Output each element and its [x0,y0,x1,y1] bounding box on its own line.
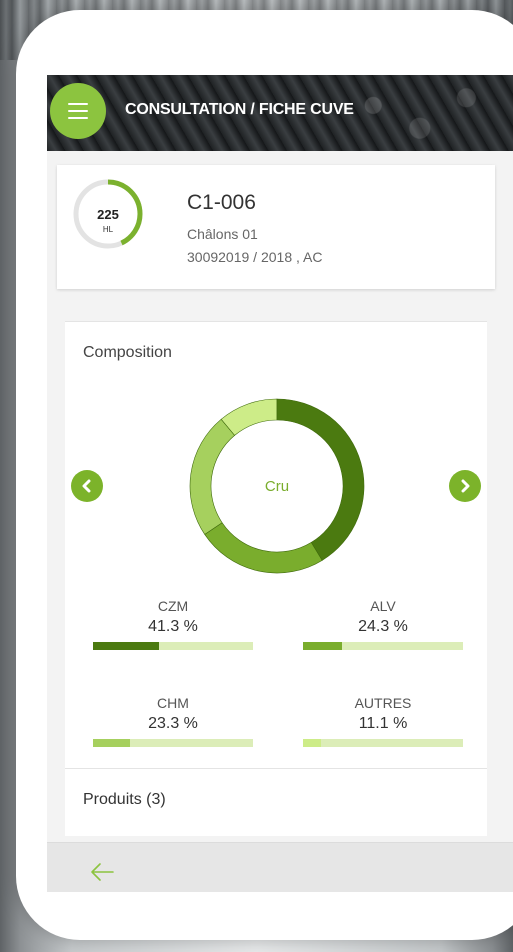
page-title: CONSULTATION / FICHE CUVE [125,101,354,118]
stat-name: CHM [157,695,189,711]
chevron-right-icon[interactable] [449,470,481,502]
stat-czm: CZM 41.3 % [93,598,253,650]
donut-center-label: Cru [265,478,289,495]
stat-autres: AUTRES 11.1 % [303,695,463,747]
stat-bar-fill [303,739,321,747]
stat-name: CZM [157,598,189,614]
tank-card[interactable]: 225 HL C1-006 Châlons 01 30092019 / 2018… [57,165,495,289]
stat-bar-fill [93,642,160,650]
tank-lot: 30092019 / 2018 , AC [187,249,323,265]
composition-title: Composition [83,344,172,361]
stat-bar [93,739,253,747]
chevron-left-icon[interactable] [71,470,103,502]
composition-donut-chart: Cru [189,398,365,574]
tank-code: C1-006 [187,191,256,214]
tank-volume: 225 [97,207,119,222]
donut-slice-alv [204,522,323,574]
products-section[interactable]: Produits (3) [65,768,487,836]
bottom-toolbar [47,842,513,892]
hamburger-menu-icon[interactable] [50,83,106,139]
donut-slice-chm [189,418,236,535]
tank-volume-unit: HL [102,225,114,234]
app-header: CONSULTATION / FICHE CUVE [47,75,513,151]
stat-percent: 23.3 % [148,715,198,732]
composition-panel: Composition Cru CZM 41.3 % ALV 24.3 % CH… [65,321,487,768]
stat-bar [93,642,253,650]
stat-bar-fill [303,642,342,650]
donut-slice-czm [276,398,365,561]
stat-percent: 11.1 % [358,715,408,732]
stat-bar [303,642,463,650]
stat-alv: ALV 24.3 % [303,598,463,650]
arrow-left-icon[interactable] [87,857,117,887]
stat-bar-fill [93,739,131,747]
device-frame: CONSULTATION / FICHE CUVE 225 HL C1-006 … [16,10,513,940]
stat-name: ALV [370,598,396,614]
tank-location: Châlons 01 [187,226,258,242]
stat-bar [303,739,463,747]
stat-chm: CHM 23.3 % [93,695,253,747]
products-title: Produits (3) [83,791,166,808]
stat-percent: 41.3 % [148,618,198,635]
app-screen: CONSULTATION / FICHE CUVE 225 HL C1-006 … [47,75,513,892]
stat-percent: 24.3 % [358,618,408,635]
stat-name: AUTRES [354,695,412,711]
